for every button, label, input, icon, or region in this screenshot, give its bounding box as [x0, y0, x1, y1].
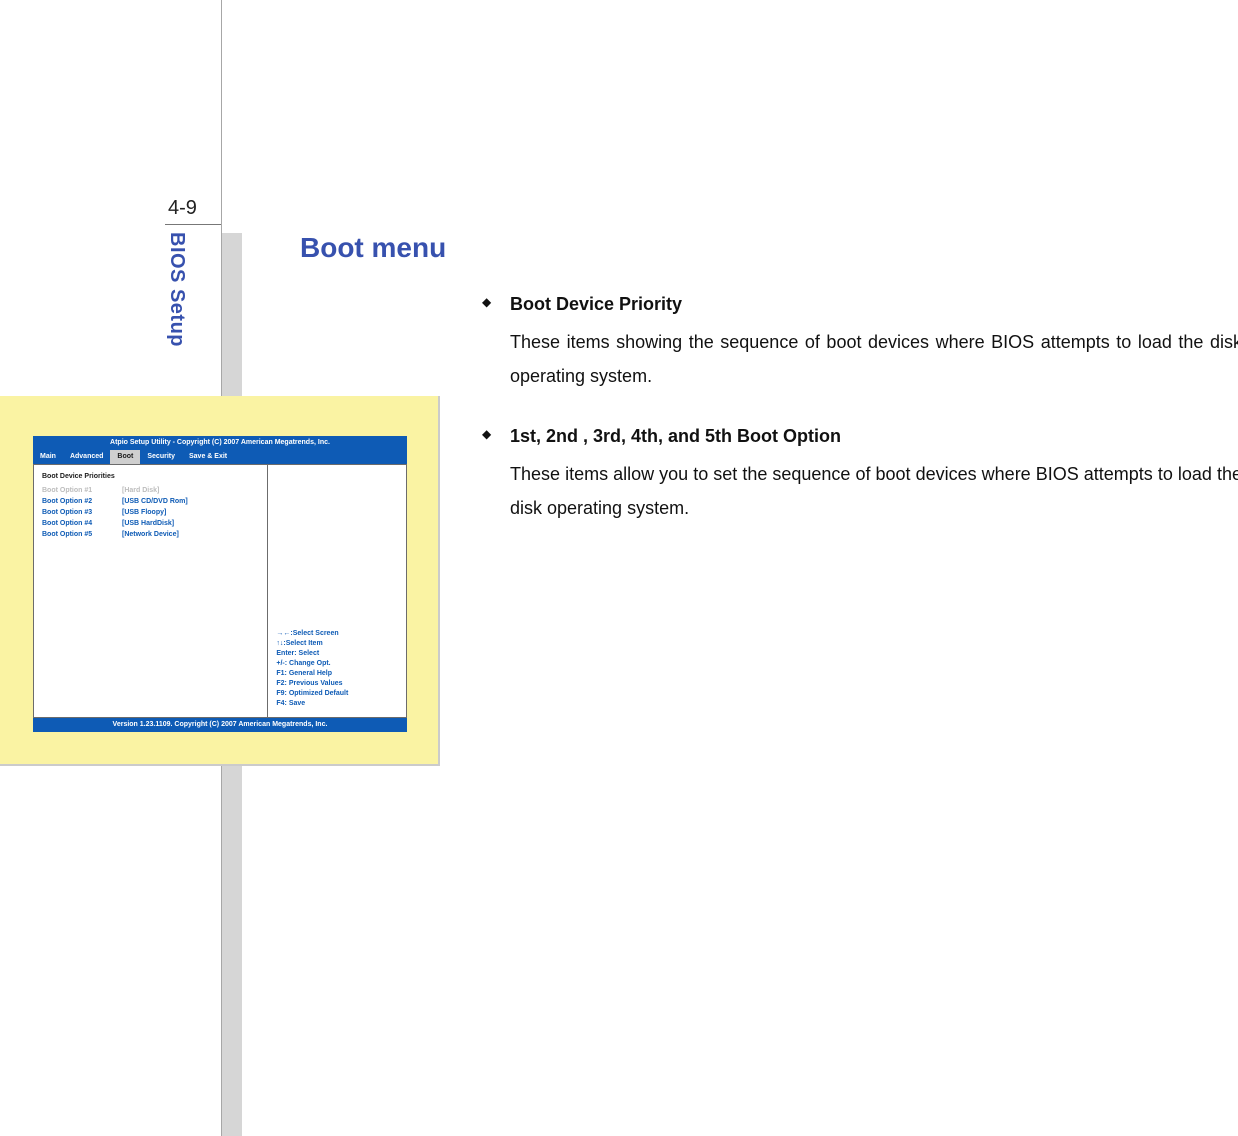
bios-row-2-v: [USB CD/DVD Rom] — [122, 496, 188, 507]
bios-screenshot: Atpio Setup Utility - Copyright (C) 2007… — [0, 396, 440, 766]
bullet-1-head: Boot Device Priority — [510, 287, 682, 321]
bios-right-pane: →←:Select Screen ↑↓:Select Item Enter: S… — [268, 465, 406, 717]
bios-row-1-v: [Hard Disk] — [122, 485, 159, 496]
diamond-icon: ◆ — [482, 419, 510, 453]
bios-left-pane: Boot Device Priorities Boot Option #1[Ha… — [34, 465, 268, 717]
bios-row-5-k: Boot Option #5 — [42, 529, 122, 540]
bios-help-line: Enter: Select — [276, 649, 348, 659]
bios-row-2: Boot Option #2[USB CD/DVD Rom] — [42, 496, 259, 507]
bios-row-3-k: Boot Option #3 — [42, 507, 122, 518]
bios-title-bar: Atpio Setup Utility - Copyright (C) 2007… — [33, 436, 407, 450]
bios-help-line: F4: Save — [276, 699, 348, 709]
bios-row-5-v: [Network Device] — [122, 529, 179, 540]
bios-bottom-bar: Version 1.23.1109. Copyright (C) 2007 Am… — [33, 718, 407, 732]
bios-row-3: Boot Option #3[USB Floopy] — [42, 507, 259, 518]
bios-row-4: Boot Option #4[USB HardDisk] — [42, 518, 259, 529]
bullet-2-body: These items allow you to set the sequenc… — [510, 457, 1238, 525]
bios-body: Boot Device Priorities Boot Option #1[Ha… — [33, 464, 407, 718]
bios-section-header: Boot Device Priorities — [42, 471, 259, 482]
page-num-rule — [165, 224, 221, 225]
bios-help-line: ↑↓:Select Item — [276, 639, 348, 649]
section-side-label: BIOS Setup — [167, 232, 187, 347]
bios-row-4-k: Boot Option #4 — [42, 518, 122, 529]
bios-row-1-k: Boot Option #1 — [42, 485, 122, 496]
bios-help-line: F9: Optimized Default — [276, 689, 348, 699]
bios-row-5: Boot Option #5[Network Device] — [42, 529, 259, 540]
diamond-icon: ◆ — [482, 287, 510, 321]
bios-tab-saveexit: Save & Exit — [182, 450, 234, 464]
bullet-1-body: These items showing the sequence of boot… — [510, 325, 1238, 393]
bios-help-line: F1: General Help — [276, 669, 348, 679]
content-block: ◆ Boot Device Priority These items showi… — [482, 287, 1238, 551]
bios-help-line: +/-: Change Opt. — [276, 659, 348, 669]
bullet-2: ◆ 1st, 2nd , 3rd, 4th, and 5th Boot Opti… — [482, 419, 1238, 453]
bios-tab-security: Security — [140, 450, 182, 464]
page-title: Boot menu — [300, 234, 446, 262]
bios-frame: Atpio Setup Utility - Copyright (C) 2007… — [33, 436, 407, 732]
bios-row-2-k: Boot Option #2 — [42, 496, 122, 507]
bios-tab-main: Main — [33, 450, 63, 464]
bios-row-3-v: [USB Floopy] — [122, 507, 166, 518]
bios-help-line: F2: Previous Values — [276, 679, 348, 689]
bios-tab-boot: Boot — [110, 450, 140, 464]
bios-row-1: Boot Option #1[Hard Disk] — [42, 485, 259, 496]
bios-help-line: →←:Select Screen — [276, 629, 348, 639]
bios-tab-advanced: Advanced — [63, 450, 110, 464]
bullet-2-head: 1st, 2nd , 3rd, 4th, and 5th Boot Option — [510, 419, 841, 453]
bios-tabs: Main Advanced Boot Security Save & Exit — [33, 450, 407, 464]
bullet-1: ◆ Boot Device Priority — [482, 287, 1238, 321]
page-number: 4-9 — [168, 198, 197, 218]
bios-row-4-v: [USB HardDisk] — [122, 518, 174, 529]
bios-help: →←:Select Screen ↑↓:Select Item Enter: S… — [276, 629, 348, 709]
